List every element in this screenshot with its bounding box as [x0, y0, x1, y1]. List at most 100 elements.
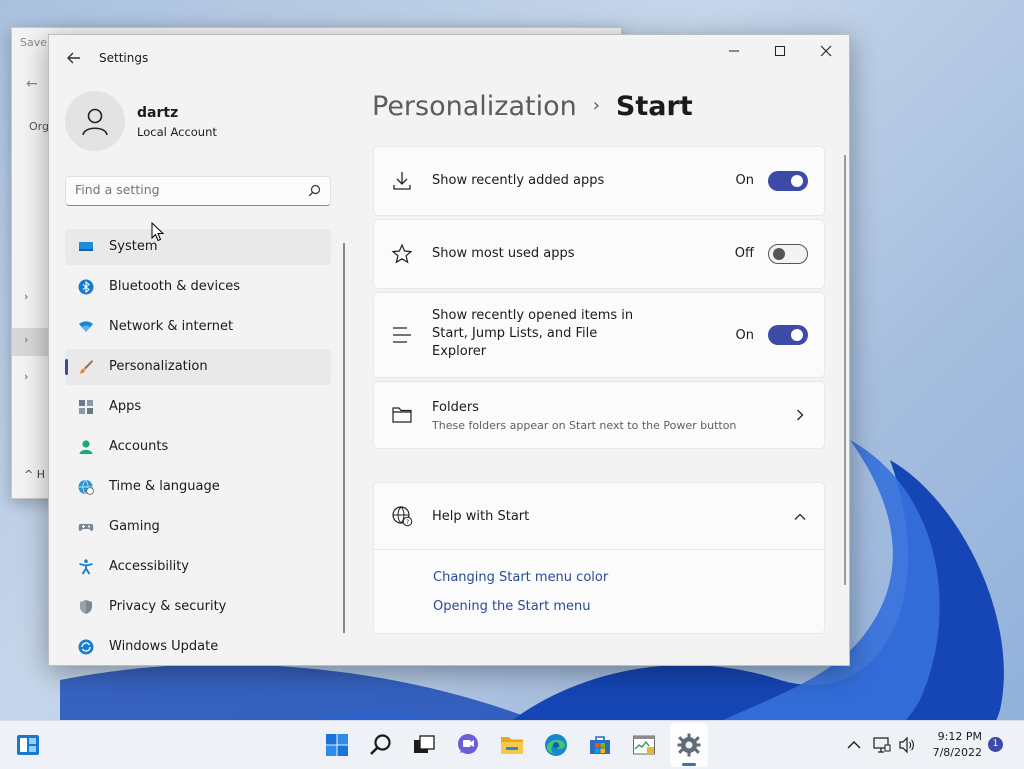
page-title: Start: [615, 91, 693, 122]
person-icon: [82, 108, 108, 136]
recently-opened-items-toggle[interactable]: [768, 325, 808, 345]
folder-icon: [392, 407, 412, 423]
task-view-icon[interactable]: [412, 733, 436, 757]
chevron-up-icon[interactable]: [846, 737, 862, 753]
avatar[interactable]: [65, 91, 125, 151]
task-manager-icon[interactable]: [632, 733, 656, 757]
background-chevron-right-icon: ›: [24, 333, 29, 346]
taskbar: 9:12 PM 7/8/2022 1: [0, 720, 1024, 769]
help-title: Help with Start: [432, 509, 530, 524]
search-input[interactable]: [75, 182, 295, 197]
background-nav-selection: [12, 328, 52, 356]
most-used-apps-toggle[interactable]: [768, 244, 808, 264]
help-card: ? Help with Start Changing Start menu co…: [373, 482, 825, 634]
clock-date: 7/8/2022: [932, 746, 982, 759]
mouse-cursor-icon: [151, 222, 165, 242]
setting-folders[interactable]: Folders These folders appear on Start ne…: [373, 381, 825, 449]
minimize-icon: [729, 50, 739, 52]
globe-help-icon: ?: [392, 506, 413, 527]
sidebar-item-apps[interactable]: Apps: [65, 389, 331, 425]
search-icon[interactable]: [308, 184, 321, 197]
notification-badge[interactable]: 1: [988, 737, 1003, 752]
setting-label: Show recently opened items in Start, Jump…: [432, 308, 634, 359]
user-name: dartz: [137, 105, 179, 121]
sidebar-item-windows-update[interactable]: Windows Update: [65, 629, 331, 665]
edge-icon[interactable]: [544, 733, 568, 757]
background-chevron-right-icon: ›: [24, 370, 29, 383]
sidebar-item-accounts[interactable]: Accounts: [65, 429, 331, 465]
maximize-icon: [775, 46, 785, 56]
accessibility-icon: [79, 559, 93, 575]
toggle-knob: [791, 175, 803, 187]
settings-window: Settings dartz Local Account System Blue…: [48, 34, 850, 666]
back-arrow-icon[interactable]: [65, 49, 83, 67]
toggle-state-label: Off: [734, 246, 754, 261]
sidebar-item-privacy[interactable]: Privacy & security: [65, 589, 331, 625]
chat-icon[interactable]: [456, 733, 480, 757]
setting-recently-added-apps[interactable]: Show recently added apps On: [373, 146, 825, 216]
sidebar-scrollbar[interactable]: [343, 243, 345, 633]
brush-icon: [79, 360, 93, 374]
minimize-button[interactable]: [721, 41, 747, 61]
clock[interactable]: 9:12 PM 7/8/2022: [928, 729, 982, 761]
help-link-opening-start-menu[interactable]: Opening the Start menu: [433, 599, 590, 614]
content-scrollbar[interactable]: [844, 155, 846, 585]
network-icon[interactable]: [873, 736, 891, 754]
toggle-knob: [773, 248, 785, 260]
sidebar-item-accessibility[interactable]: Accessibility: [65, 549, 331, 585]
sidebar-item-personalization[interactable]: Personalization: [65, 349, 331, 385]
sidebar-item-time-language[interactable]: Time & language: [65, 469, 331, 505]
background-back-icon: ←: [26, 76, 38, 92]
search-icon[interactable]: [369, 733, 393, 757]
setting-most-used-apps[interactable]: Show most used apps Off: [373, 219, 825, 289]
recently-added-apps-toggle[interactable]: [768, 171, 808, 191]
window-title: Settings: [99, 51, 149, 65]
close-button[interactable]: [813, 41, 839, 61]
maximize-button[interactable]: [767, 41, 793, 61]
chevron-up-icon[interactable]: [794, 513, 806, 521]
help-link-start-menu-color[interactable]: Changing Start menu color: [433, 570, 608, 585]
setting-label: Show most used apps: [432, 246, 575, 261]
sidebar-item-label: Time & language: [109, 479, 220, 494]
settings-gear-icon[interactable]: [677, 733, 701, 757]
shield-icon: [80, 600, 92, 614]
close-icon: [820, 45, 832, 57]
file-explorer-icon[interactable]: [500, 733, 524, 757]
search-box[interactable]: [65, 176, 331, 206]
bluetooth-icon: [78, 279, 94, 295]
sidebar-item-label: Privacy & security: [109, 599, 227, 614]
toggle-state-label: On: [735, 328, 754, 343]
sidebar-item-label: Apps: [109, 399, 142, 414]
widgets-icon[interactable]: [16, 733, 40, 757]
sidebar-item-system[interactable]: System: [65, 229, 331, 265]
sidebar-item-label: Accessibility: [109, 559, 189, 574]
globe-clock-icon: [78, 479, 94, 495]
sidebar-item-gaming[interactable]: Gaming: [65, 509, 331, 545]
background-window-title: Save: [20, 36, 48, 49]
sidebar-item-bluetooth[interactable]: Bluetooth & devices: [65, 269, 331, 305]
download-icon: [393, 172, 411, 190]
breadcrumb: Personalization › Start: [372, 91, 693, 122]
background-footer-label: ^ H: [24, 468, 45, 481]
toggle-knob: [791, 329, 803, 341]
clock-time: 9:12 PM: [937, 730, 982, 743]
sidebar-item-label: Network & internet: [109, 319, 234, 334]
svg-text:?: ?: [406, 519, 409, 526]
person-icon: [79, 440, 93, 454]
sidebar-item-label: Bluetooth & devices: [109, 279, 240, 294]
sidebar-item-label: Accounts: [109, 439, 169, 454]
store-icon[interactable]: [588, 733, 612, 757]
setting-recently-opened-items[interactable]: Show recently opened items in Start, Jump…: [373, 292, 825, 378]
breadcrumb-parent[interactable]: Personalization: [372, 91, 577, 122]
breadcrumb-separator: ›: [592, 95, 600, 116]
apps-icon: [79, 400, 93, 414]
volume-icon[interactable]: [898, 736, 916, 754]
active-app-indicator: [682, 763, 696, 766]
help-header[interactable]: ? Help with Start: [374, 483, 824, 550]
list-icon: [393, 327, 411, 343]
start-icon[interactable]: [325, 733, 349, 757]
sidebar-item-network[interactable]: Network & internet: [65, 309, 331, 345]
account-type: Local Account: [137, 125, 217, 139]
update-icon: [78, 639, 94, 655]
setting-label: Show recently added apps: [432, 173, 605, 188]
